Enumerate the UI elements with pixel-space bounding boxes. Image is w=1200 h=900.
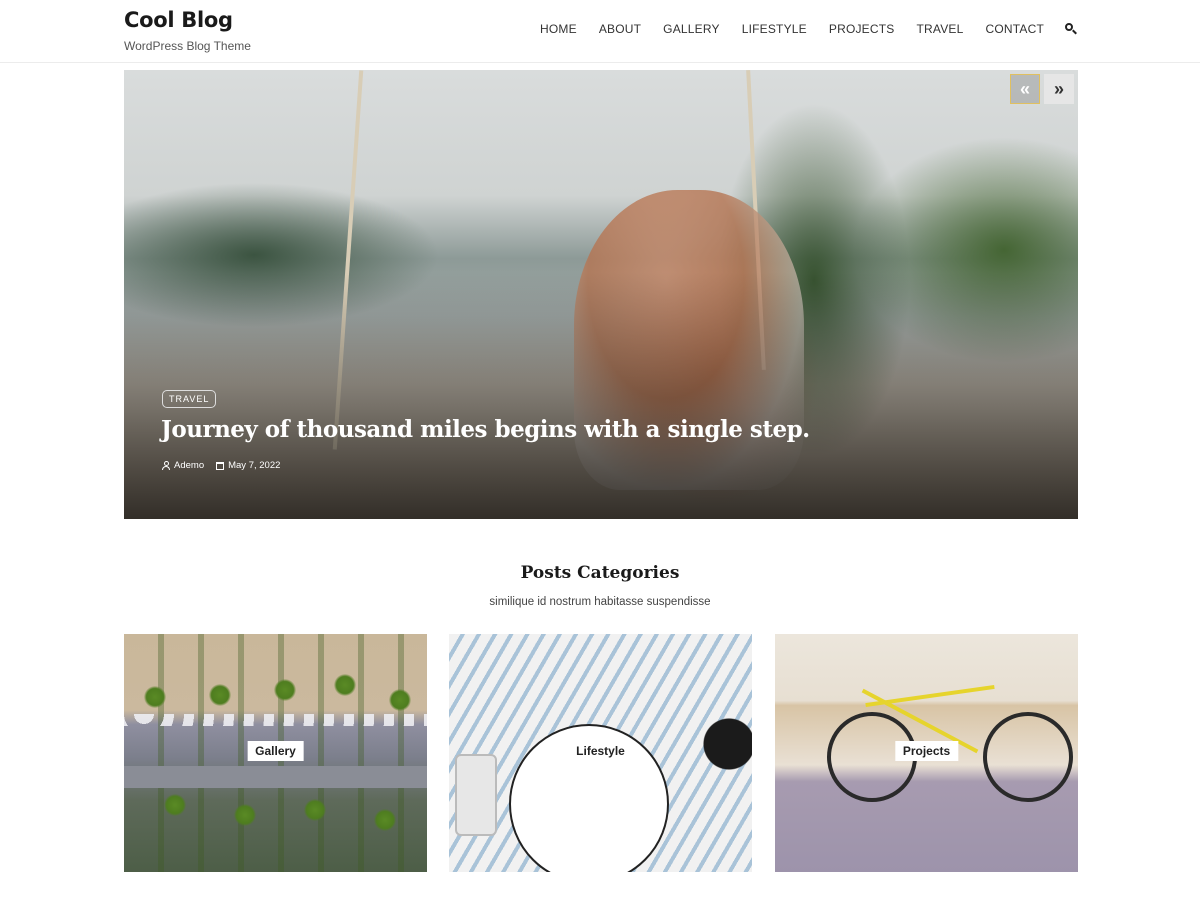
gallery-image-palm <box>164 794 186 816</box>
hero-post-title[interactable]: Journey of thousand miles begins with a … <box>161 416 1021 443</box>
gallery-image-shoreline <box>124 714 427 726</box>
search-icon[interactable] <box>1064 22 1078 36</box>
hero-overlay <box>124 70 1078 519</box>
gallery-image-palm <box>389 689 411 711</box>
calendar-icon <box>216 461 225 470</box>
category-label-lifestyle[interactable]: Lifestyle <box>568 741 633 761</box>
nav-item-travel[interactable]: TRAVEL <box>916 22 963 36</box>
category-card-lifestyle[interactable]: Lifestyle <box>449 634 752 872</box>
categories-section-subtitle: similique id nostrum habitasse suspendis… <box>489 596 711 608</box>
projects-image-rear-wheel <box>983 712 1073 802</box>
site-tagline: WordPress Blog Theme <box>124 39 251 53</box>
gallery-image-palm <box>304 799 326 821</box>
slider-next-button[interactable]: » <box>1044 74 1074 104</box>
user-icon-body <box>162 466 170 470</box>
gallery-image-palm <box>374 809 396 831</box>
hero-author: Ademo <box>162 460 204 471</box>
lifestyle-image-phone <box>455 754 497 836</box>
gallery-image-palm <box>334 674 356 696</box>
category-card-gallery[interactable]: Gallery <box>124 634 427 872</box>
hero-post-meta: Ademo May 7, 2022 <box>162 460 292 471</box>
hero-author-name[interactable]: Ademo <box>174 460 204 471</box>
category-label-projects[interactable]: Projects <box>894 741 959 761</box>
site-header: Cool Blog WordPress Blog Theme HOME ABOU… <box>0 0 1200 63</box>
gallery-image-palm <box>274 679 296 701</box>
slider-prev-button[interactable]: « <box>1010 74 1040 104</box>
nav-item-gallery[interactable]: GALLERY <box>663 22 720 36</box>
nav-item-projects[interactable]: PROJECTS <box>829 22 895 36</box>
category-label-gallery[interactable]: Gallery <box>247 741 304 761</box>
hero-date: May 7, 2022 <box>216 460 280 471</box>
hero-slider: « » TRAVEL Journey of thousand miles beg… <box>124 70 1078 519</box>
nav-item-about[interactable]: ABOUT <box>599 22 641 36</box>
nav-item-lifestyle[interactable]: LIFESTYLE <box>742 22 807 36</box>
user-icon <box>162 461 170 470</box>
gallery-image-palm <box>144 686 166 708</box>
categories-section-title: Posts Categories <box>520 563 680 583</box>
search-icon-handle <box>1072 29 1077 35</box>
hero-category-badge[interactable]: TRAVEL <box>162 390 217 408</box>
nav-item-contact[interactable]: CONTACT <box>985 22 1044 36</box>
hero-date-text[interactable]: May 7, 2022 <box>228 460 280 471</box>
nav-item-home[interactable]: HOME <box>540 22 577 36</box>
gallery-image-palm <box>234 804 256 826</box>
site-title[interactable]: Cool Blog <box>124 8 233 32</box>
gallery-image-road <box>124 766 427 788</box>
gallery-image-palm <box>209 684 231 706</box>
category-card-projects[interactable]: Projects <box>775 634 1078 872</box>
main-nav: HOME ABOUT GALLERY LIFESTYLE PROJECTS TR… <box>518 22 1078 36</box>
